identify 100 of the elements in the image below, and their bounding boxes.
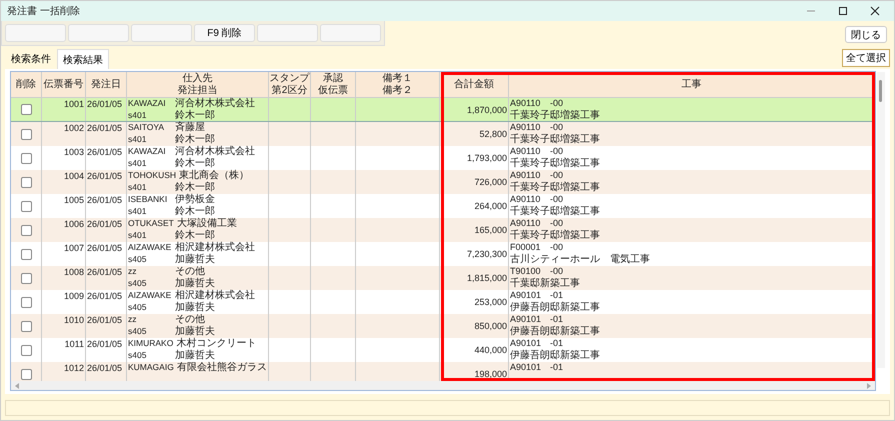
table-cell: 千葉玲子邸増築工事 <box>510 206 600 217</box>
checkbox[interactable] <box>20 248 32 260</box>
checkbox[interactable] <box>20 200 32 212</box>
table-cell: 千葉玲子邸増築工事 <box>510 134 600 145</box>
table-cell: 河合材木株式会社 <box>175 98 255 110</box>
table-cell: 相沢建材株式会社 <box>175 290 255 302</box>
close-icon[interactable] <box>870 6 880 16</box>
table-cell-text: s401 <box>128 134 148 145</box>
table-cell: 1004 <box>64 171 84 181</box>
table-cell: KIMURAKO <box>128 338 174 350</box>
table-cell: -00 <box>550 122 564 134</box>
table-cell: 木村コンクリート <box>176 338 256 350</box>
close-button[interactable]: 閉じる <box>845 26 887 43</box>
table-cell: 26/01/05 <box>87 147 122 157</box>
checkbox[interactable] <box>20 224 32 236</box>
table-cell: 253,000 <box>474 297 507 307</box>
checkbox[interactable] <box>20 104 32 115</box>
table-cell-text: KAWAZAI <box>128 146 167 158</box>
table-cell: -01 <box>550 314 564 326</box>
table-cell: -00 <box>550 98 564 110</box>
column-header: スタンプ <box>270 72 310 84</box>
table-cell: 26/01/05 <box>87 99 122 109</box>
window-title: 発注書 一括削除 <box>7 4 80 18</box>
column-header: 備考２ <box>382 84 412 96</box>
table-cell: 加藤哲夫 <box>175 254 215 265</box>
table-cell: -00 <box>550 266 564 278</box>
table-cell-text: s405 <box>128 278 148 289</box>
table-cell: 26/01/05 <box>87 243 122 253</box>
table-cell-text: A90101 <box>510 290 542 302</box>
vertical-scrollbar[interactable] <box>877 72 885 368</box>
table-cell-text: ISEBANKI <box>128 194 168 206</box>
table-cell: 7,230,300 <box>466 249 507 259</box>
table-cell-text: s401 <box>128 230 148 241</box>
table-cell: 加藤哲夫 <box>175 326 215 337</box>
table-cell: 26/01/05 <box>87 291 122 301</box>
column-header: 仕入先 <box>182 72 212 84</box>
table-cell: 鈴木一郎 <box>175 134 215 145</box>
table-cell: 鈴木一郎 <box>175 230 215 241</box>
table-cell: 加藤哲夫 <box>175 278 215 289</box>
table-cell-text: zz <box>128 314 138 326</box>
horizontal-scrollbar[interactable] <box>10 381 876 391</box>
checkbox[interactable] <box>20 176 32 188</box>
table-cell: 26/01/05 <box>87 267 122 277</box>
column-header: 備考１ <box>382 72 412 84</box>
select-all-button[interactable]: 全て選択 <box>842 49 890 67</box>
checkbox[interactable] <box>20 344 32 356</box>
column-header: 伝票番号 <box>44 78 84 90</box>
table-cell: 1009 <box>64 291 84 301</box>
table-cell-text: A90110 <box>510 122 542 134</box>
table-cell: 850,000 <box>474 321 507 331</box>
table-cell: 伊藤吾朗邸新築工事 <box>510 350 600 361</box>
table-cell-text: A90110 <box>510 170 542 182</box>
table-cell: 26/01/05 <box>87 123 122 133</box>
table-cell-text: s405 <box>128 254 148 265</box>
table-cell: 千葉邸新築工事 <box>510 278 580 289</box>
table-cell: -00 <box>550 194 564 206</box>
table-cell: 伊藤吾朗邸新築工事 <box>510 326 600 337</box>
column-header: 承認 <box>323 72 343 84</box>
maximize-icon[interactable] <box>838 6 848 16</box>
checkbox[interactable] <box>20 152 32 164</box>
table-cell-text: A90110 <box>510 218 542 230</box>
checkbox[interactable] <box>20 128 32 140</box>
checkbox[interactable] <box>20 296 32 308</box>
table-cell-text: s405 <box>128 326 148 337</box>
table-cell: 千葉玲子邸増築工事 <box>510 158 600 169</box>
checkbox[interactable] <box>20 272 32 284</box>
table-cell-text: s405 <box>128 302 148 313</box>
table-cell: 相沢建材株式会社 <box>175 242 255 254</box>
table-cell: 1011 <box>64 339 84 349</box>
table-cell: 斉藤屋 <box>175 122 205 134</box>
table-cell-text: A90101 <box>510 362 542 374</box>
tab[interactable]: 検索結果 <box>57 49 109 69</box>
table-cell: 加藤哲夫 <box>175 350 215 361</box>
table-cell: 伊勢板金 <box>175 194 215 206</box>
table-cell: 鈴木一郎 <box>175 182 215 193</box>
table-cell: 千葉玲子邸増築工事 <box>510 110 600 121</box>
column-header: 合計金額 <box>454 78 494 90</box>
checkbox[interactable] <box>20 368 32 380</box>
table-cell: 1007 <box>64 243 84 253</box>
table-cell: 鈴木一郎 <box>175 158 215 169</box>
table-cell: 鈴木一郎 <box>175 206 215 217</box>
table-cell: 1003 <box>64 147 84 157</box>
table-cell-text: s401 <box>128 110 148 121</box>
table-cell: 1012 <box>64 363 84 373</box>
function-key-button[interactable]: F9 削除 <box>194 24 255 42</box>
column-header: 削除 <box>16 78 36 90</box>
table-cell: 1,870,000 <box>466 104 507 114</box>
table-cell: -00 <box>550 218 564 230</box>
checkbox[interactable] <box>20 320 32 332</box>
table-cell: 1,815,000 <box>466 273 507 283</box>
table-cell: 千葉玲子邸増築工事 <box>510 230 600 241</box>
table-cell-text: A90101 <box>510 314 542 326</box>
table-cell: 26/01/05 <box>87 339 122 349</box>
tab[interactable]: 検索条件 <box>5 49 57 69</box>
table-cell: 26/01/05 <box>87 171 122 181</box>
table-cell: 440,000 <box>474 345 507 355</box>
table-cell: 有限会社熊谷ガラス <box>176 362 267 374</box>
table-row[interactable]: 1012 26/01/05 KUMAGAIG 有限会社熊谷ガラス 198,000 A90101 -01 <box>11 362 875 381</box>
column-header: 仮伝票 <box>318 84 348 96</box>
table-cell-text: KAWAZAI <box>128 98 167 110</box>
